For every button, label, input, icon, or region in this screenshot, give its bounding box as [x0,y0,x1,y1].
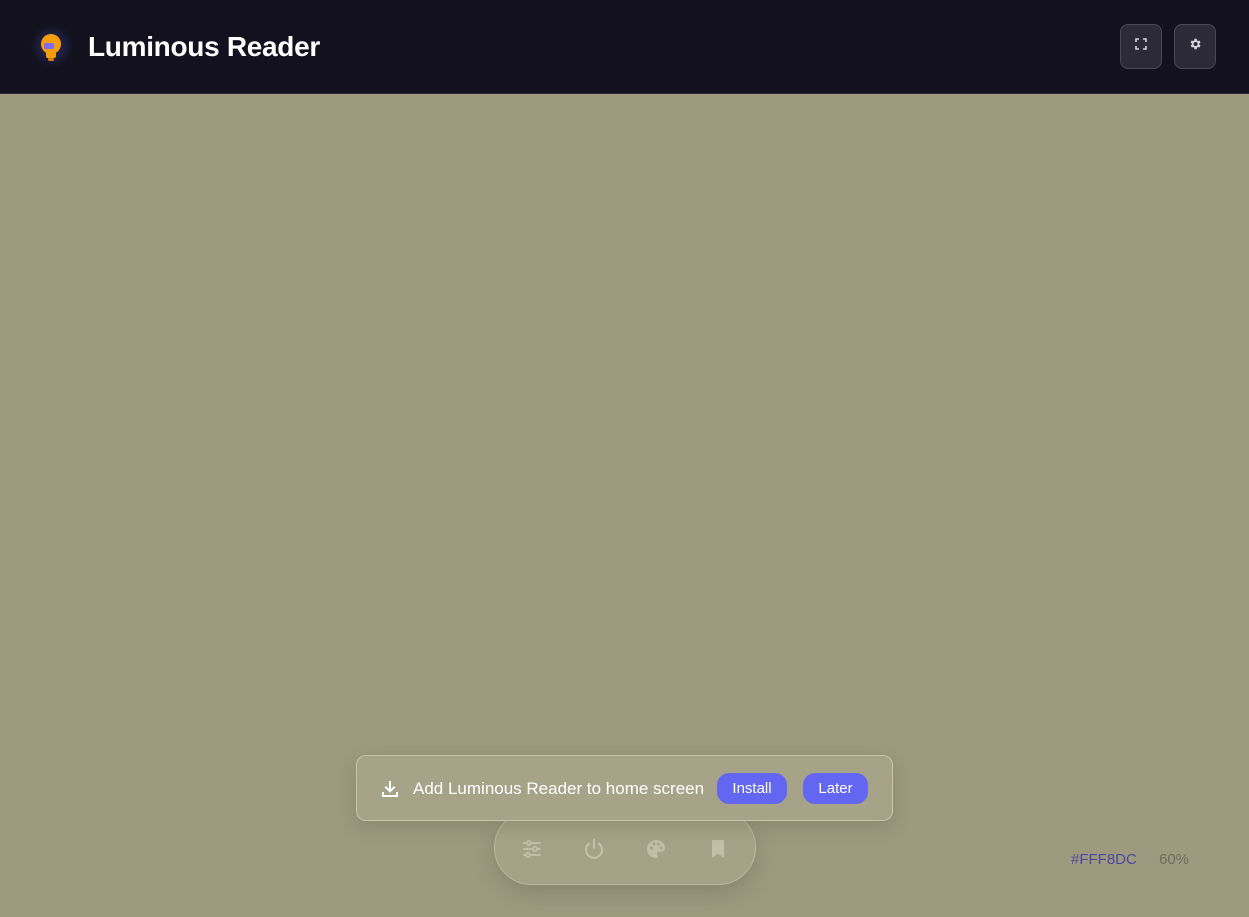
install-message: Add Luminous Reader to home screen [413,779,705,798]
fullscreen-button[interactable] [1120,24,1162,69]
fullscreen-icon [1134,37,1148,56]
settings-button[interactable] [1174,24,1216,69]
bottom-dock [494,810,756,885]
lightbulb-icon [34,30,68,64]
power-icon[interactable] [582,837,606,861]
gear-icon [1188,37,1202,56]
sliders-icon[interactable] [520,837,544,861]
color-code-readout[interactable]: #FFF8DC [1071,851,1137,869]
brightness-readout[interactable]: 60% [1159,851,1189,869]
install-banner: Add Luminous Reader to home screen Insta… [356,755,893,821]
later-button[interactable]: Later [803,773,868,804]
download-icon [380,779,400,799]
app-title: Luminous Reader [88,31,320,62]
palette-icon[interactable] [644,837,668,861]
bookmark-icon[interactable] [706,837,730,861]
install-button[interactable]: Install [717,773,787,804]
app-header: Luminous Reader [0,0,1249,94]
